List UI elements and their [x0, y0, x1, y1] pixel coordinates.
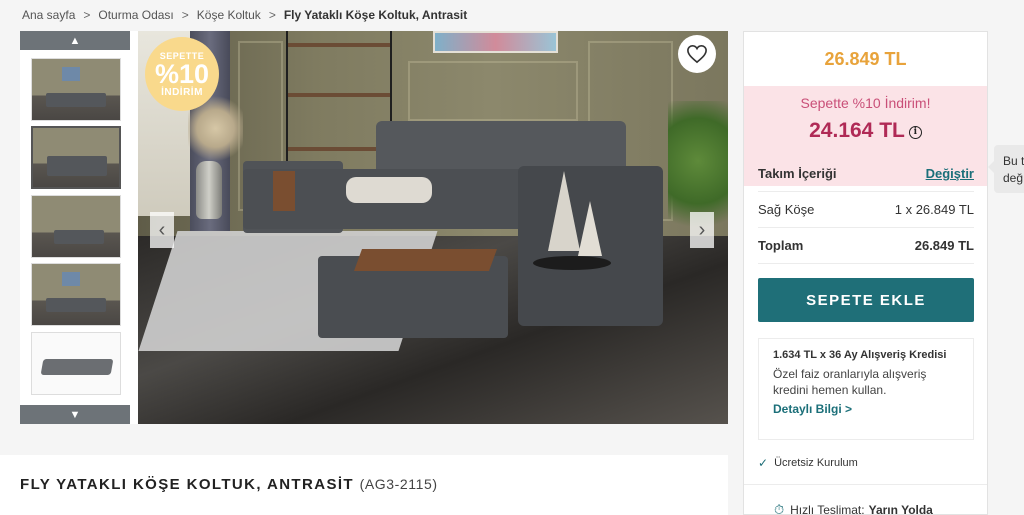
shelf-board	[288, 43, 390, 47]
badge-percent: %10	[154, 58, 210, 89]
check-icon: ✓	[758, 456, 769, 470]
breadcrumb-link-home[interactable]: Ana sayfa	[22, 8, 75, 22]
wall-panel	[408, 61, 578, 121]
chevron-up-icon[interactable]: ▲	[20, 31, 130, 50]
breadcrumb-separator: >	[268, 8, 276, 22]
thumbnail-sofa	[40, 359, 114, 375]
free-installation: ✓ Ücretsiz Kurulum	[758, 456, 858, 470]
breadcrumb-separator: >	[83, 8, 91, 22]
tooltip-line-2: değ	[1003, 171, 1024, 185]
image-vase	[196, 161, 222, 219]
set-item-row: Sağ Köşe 1 x 26.849 TL	[758, 192, 974, 228]
set-content-row: Takım İçeriği Değiştir	[758, 156, 974, 192]
change-link[interactable]: Değiştir	[926, 166, 974, 181]
breadcrumb-separator: >	[181, 8, 189, 22]
sofa-tray	[353, 249, 498, 271]
promo-text: Sepette %10 İndirim!	[800, 95, 931, 111]
fast-delivery-label: Hızlı Teslimat:	[790, 503, 865, 515]
breadcrumb-link-corner-sofa[interactable]: Köşe Koltuk	[197, 8, 261, 22]
breadcrumb: Ana sayfa > Oturma Odası > Köşe Koltuk >…	[22, 7, 467, 23]
set-content-label: Takım İçeriği	[758, 166, 837, 181]
add-to-cart-button[interactable]: SEPETE EKLE	[758, 278, 974, 322]
thumbnail-5[interactable]	[31, 332, 121, 395]
chevron-down-icon[interactable]: ▼	[20, 405, 130, 424]
breadcrumb-current: Fly Yataklı Köşe Koltuk, Antrasit	[283, 8, 468, 22]
image-decor-tree	[578, 201, 602, 256]
tooltip-popover: Bu t değ	[988, 145, 1024, 193]
thumbnail-sofa	[46, 93, 106, 107]
shelf-board	[288, 147, 390, 151]
chevron-left-icon[interactable]: ‹	[150, 212, 174, 248]
info-icon[interactable]: i	[908, 125, 922, 139]
favorite-button[interactable]	[678, 35, 716, 73]
price-regular: 26.849 TL	[824, 48, 907, 69]
fast-delivery-value: Yarın Yolda	[868, 503, 933, 515]
sofa-tray	[273, 171, 295, 211]
tooltip-line-1: Bu t	[1003, 154, 1024, 168]
fast-delivery: ⏱ Hızlı Teslimat: Yarın Yolda	[774, 502, 933, 515]
thumbnail-1[interactable]	[31, 58, 121, 121]
set-item-name: Sağ Köşe	[758, 202, 815, 217]
thumbnail-sofa	[47, 156, 107, 176]
thumbnail-sofa	[54, 230, 104, 244]
image-side-table	[533, 256, 611, 270]
image-decor-tree	[548, 171, 580, 251]
product-title-text: FLY YATAKLI KÖŞE KOLTUK, ANTRASİT	[20, 476, 354, 493]
total-value: 26.849 TL	[914, 238, 974, 253]
product-code: (AG3-2115)	[359, 476, 438, 492]
truck-icon: ⏱	[774, 502, 785, 515]
thumbnail-3[interactable]	[31, 195, 121, 258]
thumbnail-2[interactable]	[31, 126, 121, 189]
shelf-board	[288, 93, 390, 97]
thumbnail-art	[62, 67, 80, 81]
total-label: Toplam	[758, 238, 804, 253]
thumbnail-strip: ▲ ▼	[20, 31, 130, 424]
product-title-bar: FLY YATAKLI KÖŞE KOLTUK, ANTRASİT (AG3-2…	[0, 455, 728, 515]
credit-description: Özel faiz oranlarıyla alışveriş kredini …	[773, 367, 927, 397]
buy-box: 26.849 TL Sepette %10 İndirim! 24.164 TL…	[743, 31, 988, 515]
price-discounted-value: 24.164 TL	[809, 119, 905, 142]
thumbnail-4[interactable]	[31, 263, 121, 326]
total-row: Toplam 26.849 TL	[758, 228, 974, 264]
sofa-throw-blanket	[346, 177, 432, 203]
chevron-right-icon[interactable]: ›	[690, 212, 714, 248]
badge-bottom-text: İNDİRİM	[161, 86, 203, 98]
product-gallery: ▲ ▼ SEPETTE %10 İNDİRİM ‹ ›	[20, 31, 728, 424]
thumbnail-image	[32, 196, 120, 257]
credit-details-link[interactable]: Detaylı Bilgi >	[773, 402, 959, 416]
credit-title: 1.634 TL x 36 Ay Alışveriş Kredisi	[773, 349, 947, 361]
heart-icon	[687, 44, 707, 64]
thumbnail-sofa	[46, 298, 106, 312]
credit-box: 1.634 TL x 36 Ay Alışveriş Kredisi Özel …	[758, 338, 974, 440]
divider	[744, 484, 987, 485]
free-installation-text: Ücretsiz Kurulum	[774, 457, 858, 469]
main-product-image[interactable]	[138, 31, 728, 424]
set-item-value: 1 x 26.849 TL	[894, 202, 974, 217]
discount-badge: SEPETTE %10 İNDİRİM	[145, 37, 219, 111]
thumbnail-art	[62, 272, 80, 286]
image-wall-art	[433, 31, 558, 53]
price-discounted: 24.164 TL i	[744, 119, 987, 143]
breadcrumb-link-living-room[interactable]: Oturma Odası	[98, 8, 173, 22]
product-title: FLY YATAKLI KÖŞE KOLTUK, ANTRASİT (AG3-2…	[20, 476, 438, 493]
